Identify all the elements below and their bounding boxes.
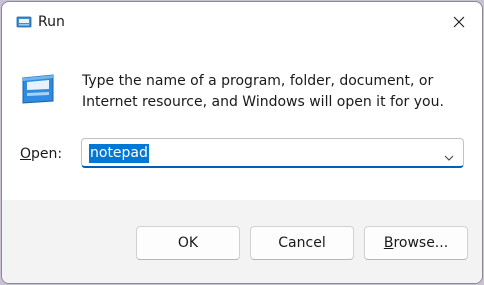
open-label: Open:: [20, 146, 63, 162]
run-dialog: Run Type the name of a program, folder, …: [1, 1, 483, 284]
close-button[interactable]: [436, 2, 482, 42]
open-input[interactable]: notepad: [89, 144, 149, 163]
cancel-button[interactable]: Cancel: [250, 226, 354, 260]
close-icon: [453, 13, 465, 32]
window-title: Run: [38, 14, 65, 30]
browse-button[interactable]: Browse...: [364, 226, 468, 260]
chevron-down-icon[interactable]: [443, 148, 455, 161]
ok-button[interactable]: OK: [136, 226, 240, 260]
open-label-accesskey: O: [20, 146, 32, 162]
title-bar[interactable]: Run: [2, 2, 482, 42]
run-icon: [16, 14, 32, 30]
run-icon: [20, 74, 56, 104]
open-combobox[interactable]: notepad: [81, 138, 464, 168]
browse-accesskey: B: [383, 235, 394, 251]
description-text: Type the name of a program, folder, docu…: [82, 73, 444, 110]
